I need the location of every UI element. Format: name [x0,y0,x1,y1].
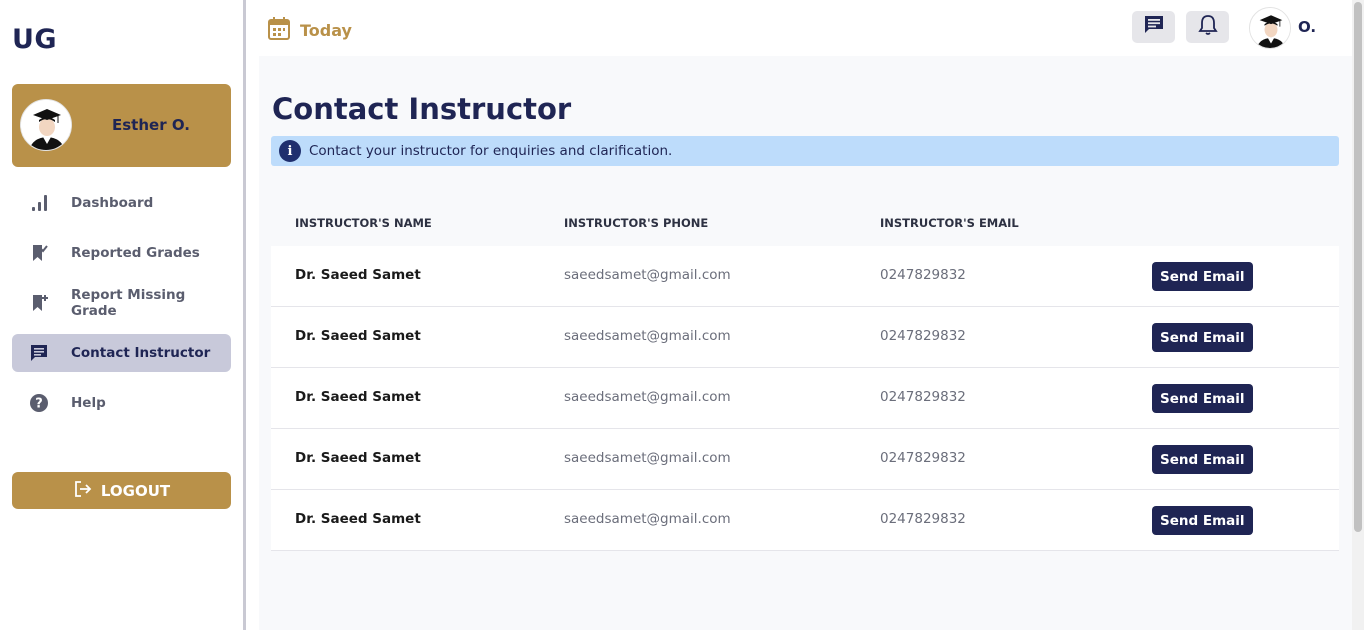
header-avatar[interactable] [1249,7,1291,49]
calendar-icon [268,16,300,44]
sidebar-item-label: Contact Instructor [71,345,211,361]
profile-name: Esther O. [112,116,190,134]
instructor-table: Dr. Saeed Samet saeedsamet@gmail.com 024… [271,246,1339,551]
instructor-name: Dr. Saeed Samet [295,267,421,283]
table-row: Dr. Saeed Samet saeedsamet@gmail.com 024… [271,307,1339,368]
send-email-button[interactable]: Send Email [1152,384,1253,413]
header-user-initial: O. [1298,18,1317,36]
instructor-name: Dr. Saeed Samet [295,328,421,344]
main-content: Contact Instructor i Contact your instru… [259,56,1352,630]
sidebar: UG Esther O. Dashboard Reported Grades R… [0,0,243,630]
column-header-name: INSTRUCTOR'S NAME [295,216,432,230]
scrollbar-thumb[interactable] [1354,2,1362,532]
help-circle-icon: ? [28,393,50,413]
brand-logo: UG [12,24,58,55]
instructor-phone: saeedsamet@gmail.com [564,389,731,405]
instructor-name: Dr. Saeed Samet [295,511,421,527]
table-row: Dr. Saeed Samet saeedsamet@gmail.com 024… [271,368,1339,429]
send-email-button[interactable]: Send Email [1152,262,1253,291]
instructor-email: 0247829832 [880,511,966,527]
messages-button[interactable] [1132,11,1175,43]
table-row: Dr. Saeed Samet saeedsamet@gmail.com 024… [271,246,1339,307]
page-title: Contact Instructor [272,92,572,126]
sidebar-item-report-missing-grade[interactable]: Report Missing Grade [12,284,231,322]
table-row: Dr. Saeed Samet saeedsamet@gmail.com 024… [271,490,1339,551]
send-email-button[interactable]: Send Email [1152,506,1253,535]
instructor-phone: saeedsamet@gmail.com [564,328,731,344]
instructor-name: Dr. Saeed Samet [295,450,421,466]
profile-card: Esther O. [12,84,231,167]
instructor-phone: saeedsamet@gmail.com [564,450,731,466]
logout-button[interactable]: LOGOUT [12,472,231,509]
info-banner: i Contact your instructor for enquiries … [271,136,1339,166]
instructor-email: 0247829832 [880,450,966,466]
today-label: Today [300,20,352,40]
send-email-button[interactable]: Send Email [1152,445,1253,474]
bookmark-check-icon [28,243,50,263]
top-bar: Today O. [246,0,1352,56]
logout-label: LOGOUT [100,481,171,500]
instructor-phone: saeedsamet@gmail.com [564,267,731,283]
today-button[interactable]: Today [268,16,352,44]
bar-chart-icon [28,193,50,213]
info-text: Contact your instructor for enquiries an… [309,143,673,159]
sidebar-item-help[interactable]: ? Help [12,384,231,422]
instructor-email: 0247829832 [880,389,966,405]
instructor-email: 0247829832 [880,328,966,344]
sidebar-item-label: Help [71,395,106,411]
sidebar-item-label: Dashboard [71,195,154,211]
instructor-email: 0247829832 [880,267,966,283]
bell-icon [1197,14,1218,40]
column-header-email: INSTRUCTOR'S EMAIL [880,216,1019,230]
sidebar-item-dashboard[interactable]: Dashboard [12,184,231,222]
info-icon: i [279,140,301,162]
sidebar-divider [243,0,246,630]
bookmark-plus-icon [28,293,50,313]
svg-text:?: ? [35,397,43,412]
notifications-button[interactable] [1186,11,1229,43]
page-scrollbar[interactable] [1352,0,1364,630]
table-row: Dr. Saeed Samet saeedsamet@gmail.com 024… [271,429,1339,490]
sidebar-item-reported-grades[interactable]: Reported Grades [12,234,231,272]
user-avatar [20,99,72,151]
message-icon [1143,14,1165,40]
send-email-button[interactable]: Send Email [1152,323,1253,352]
instructor-phone: saeedsamet@gmail.com [564,511,731,527]
table-header: INSTRUCTOR'S NAME INSTRUCTOR'S PHONE INS… [271,216,1339,246]
sidebar-item-contact-instructor[interactable]: Contact Instructor [12,334,231,372]
instructor-name: Dr. Saeed Samet [295,389,421,405]
sidebar-item-label: Reported Grades [71,245,200,261]
logout-icon [73,480,101,502]
sidebar-item-label: Report Missing Grade [71,287,186,319]
chat-icon [28,343,50,363]
sidebar-nav: Dashboard Reported Grades Report Missing… [12,184,231,434]
column-header-phone: INSTRUCTOR'S PHONE [564,216,709,230]
